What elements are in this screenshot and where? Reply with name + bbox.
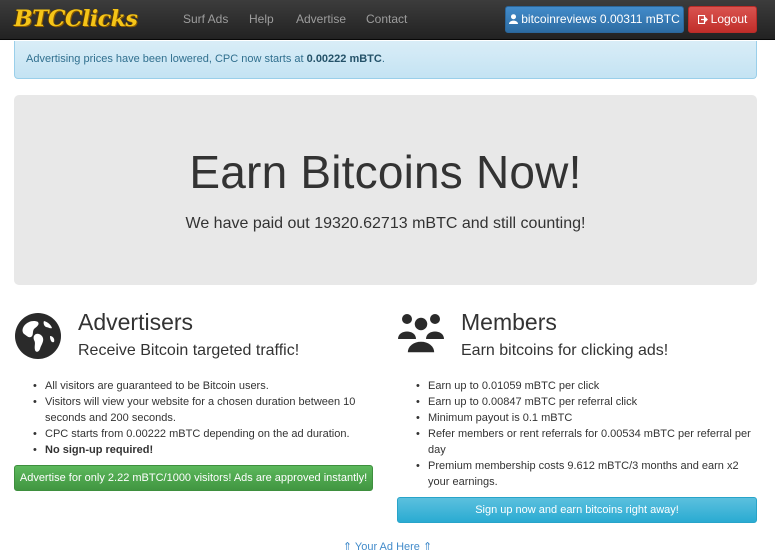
user-balance-label: bitcoinreviews 0.00311 mBTC — [521, 12, 680, 26]
user-balance-button[interactable]: bitcoinreviews 0.00311 mBTC — [505, 6, 684, 33]
logout-button[interactable]: Logout — [688, 6, 757, 33]
list-item: Earn up to 0.00847 mBTC per referral cli… — [412, 394, 752, 410]
nav-link-advertise[interactable]: Advertise — [296, 12, 346, 26]
members-subtitle: Earn bitcoins for clicking ads! — [461, 342, 669, 359]
hero-title: Earn Bitcoins Now! — [189, 146, 582, 198]
list-item: No sign-up required! — [29, 442, 374, 458]
list-item: Refer members or rent referrals for 0.00… — [412, 426, 752, 458]
members-feature-list: Earn up to 0.01059 mBTC per click Earn u… — [412, 378, 752, 490]
globe-icon — [14, 312, 62, 365]
your-ad-here-link[interactable]: ⇑ Your Ad Here ⇑ — [0, 540, 775, 553]
list-item: Earn up to 0.01059 mBTC per click — [412, 378, 752, 394]
info-alert: Advertising prices have been lowered, CP… — [14, 41, 757, 79]
nav-link-help[interactable]: Help — [249, 12, 274, 26]
members-title: Members — [461, 309, 557, 335]
users-icon — [397, 307, 445, 360]
alert-highlight: 0.00222 mBTC — [306, 53, 382, 65]
site-logo[interactable]: BTCClicks — [14, 6, 138, 32]
list-item: CPC starts from 0.00222 mBTC depending o… — [29, 426, 374, 442]
list-item: Visitors will view your website for a ch… — [29, 394, 374, 426]
list-item: All visitors are guaranteed to be Bitcoi… — [29, 378, 374, 394]
hero-subtitle: We have paid out 19320.62713 mBTC and st… — [185, 215, 586, 232]
alert-text: Advertising prices have been lowered, CP… — [26, 53, 307, 65]
hero-jumbotron: Earn Bitcoins Now! We have paid out 1932… — [14, 95, 757, 285]
alert-suffix: . — [381, 53, 385, 65]
top-navbar: BTCClicks Surf Ads Help Advertise Contac… — [0, 0, 775, 40]
list-item: Minimum payout is 0.1 mBTC — [412, 410, 752, 426]
nav-link-surf-ads[interactable]: Surf Ads — [183, 12, 228, 26]
logout-icon — [697, 8, 708, 33]
logout-label: Logout — [710, 12, 748, 26]
user-icon — [509, 8, 519, 33]
advertise-button[interactable]: Advertise for only 2.22 mBTC/1000 visito… — [14, 465, 373, 491]
nav-link-contact[interactable]: Contact — [366, 12, 407, 26]
advertisers-title: Advertisers — [78, 309, 194, 335]
signup-button[interactable]: Sign up now and earn bitcoins right away… — [397, 497, 757, 523]
advertisers-feature-list: All visitors are guaranteed to be Bitcoi… — [29, 378, 374, 458]
list-item: Premium membership costs 9.612 mBTC/3 mo… — [412, 458, 752, 490]
advertisers-subtitle: Receive Bitcoin targeted traffic! — [78, 342, 300, 359]
